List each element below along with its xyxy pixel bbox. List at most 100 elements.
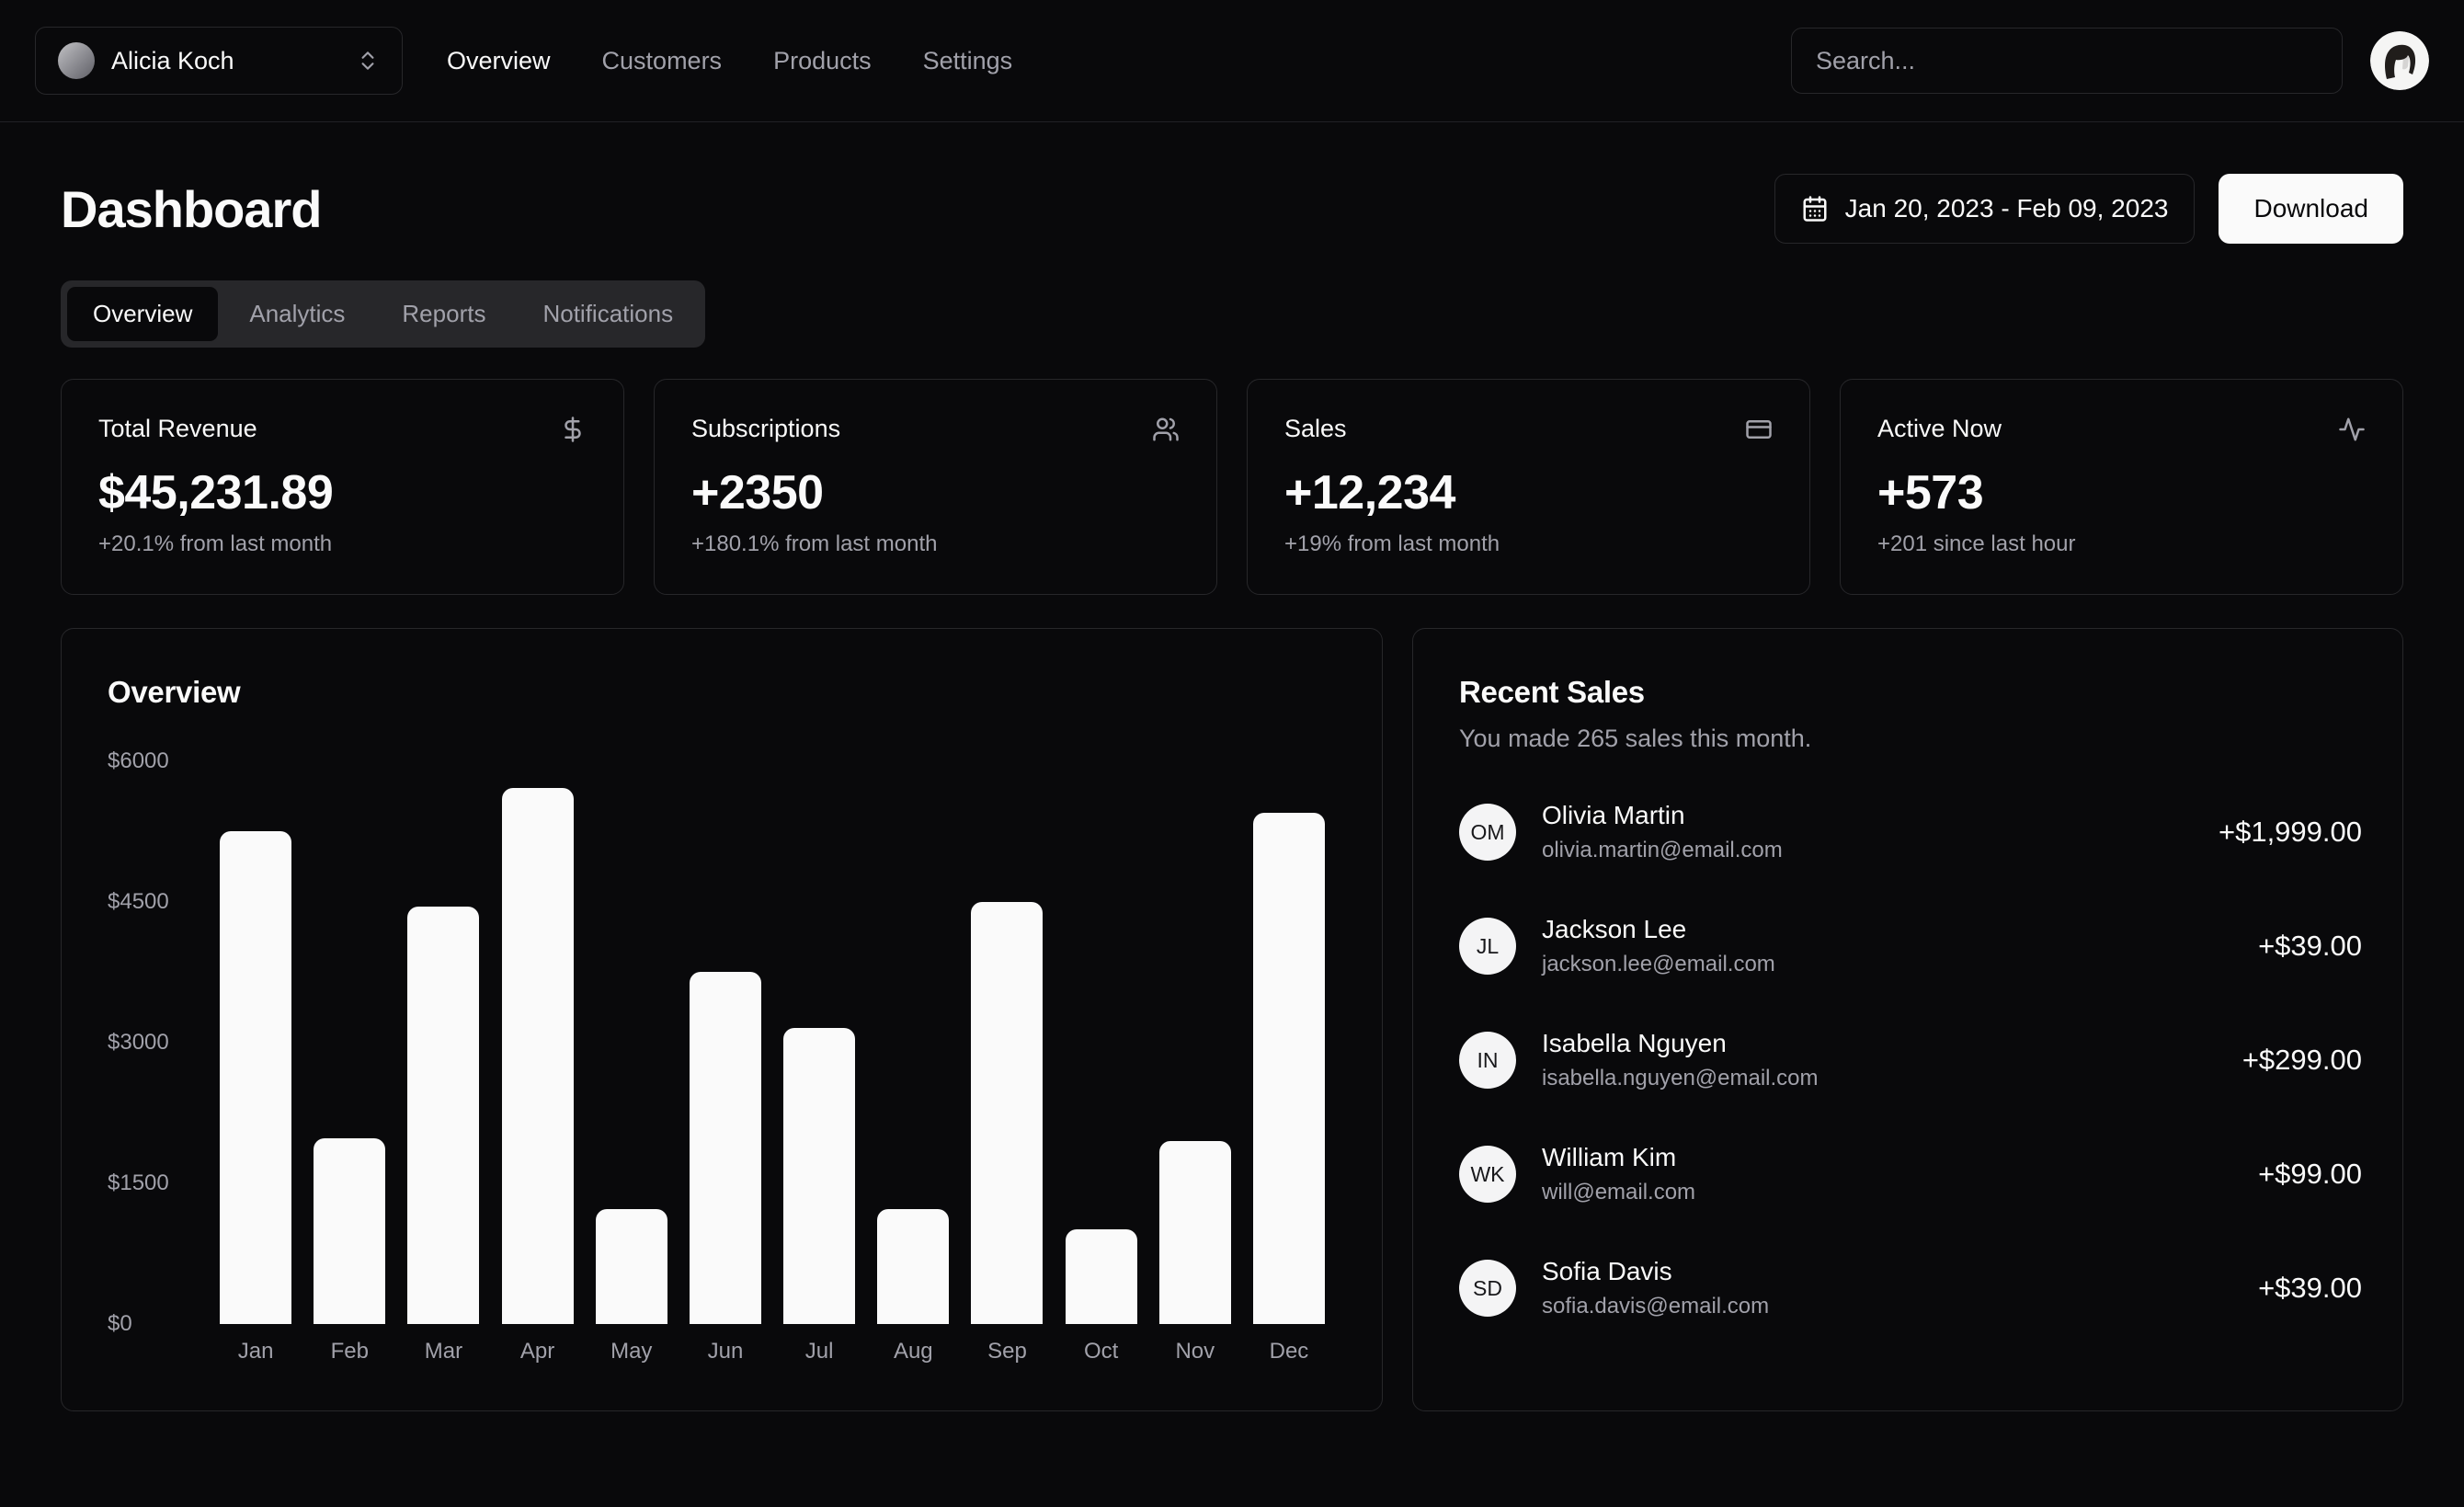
dollar-sign-icon xyxy=(559,416,587,443)
bar-nov[interactable] xyxy=(1158,1141,1231,1324)
bar-aug[interactable] xyxy=(877,1209,950,1324)
x-tick-label: Dec xyxy=(1269,1339,1309,1364)
sale-info: Olivia Martin olivia.martin@email.com xyxy=(1542,801,1783,863)
stat-card-total-revenue: Total Revenue $45,231.89 +20.1% from las… xyxy=(61,379,624,595)
page-title: Dashboard xyxy=(61,179,322,238)
stat-value: +2350 xyxy=(691,466,824,519)
x-tick-label: Aug xyxy=(893,1339,933,1364)
bar-jul[interactable] xyxy=(783,1028,856,1324)
y-tick-label: $1500 xyxy=(108,1170,169,1195)
recent-sales-subtitle: You made 265 sales this month. xyxy=(1459,725,1812,752)
x-tick-label: Jul xyxy=(804,1339,834,1364)
bar-slot xyxy=(866,1209,960,1324)
x-tick-label: Apr xyxy=(519,1339,555,1364)
bar-sep[interactable] xyxy=(971,902,1044,1324)
bar-feb[interactable] xyxy=(314,1138,386,1324)
avatar: IN xyxy=(1459,1032,1516,1089)
y-tick-label: $6000 xyxy=(108,748,169,773)
sale-info: Jackson Lee jackson.lee@email.com xyxy=(1542,915,1775,977)
sale-name: Jackson Lee xyxy=(1542,915,1687,943)
bar-slot xyxy=(679,972,772,1324)
sale-name: Isabella Nguyen xyxy=(1542,1029,1727,1057)
y-tick-label: $3000 xyxy=(108,1030,169,1055)
sale-email: jackson.lee@email.com xyxy=(1542,952,1775,976)
sale-email: isabella.nguyen@email.com xyxy=(1542,1066,1819,1090)
sale-amount: +$99.00 xyxy=(2258,1158,2362,1190)
stat-change: +201 since last hour xyxy=(1877,531,2076,556)
sale-email: sofia.davis@email.com xyxy=(1542,1294,1770,1319)
sale-email: will@email.com xyxy=(1542,1180,1696,1204)
bar-slot xyxy=(1055,1229,1148,1324)
bar-mar[interactable] xyxy=(407,907,480,1324)
nav-link-customers[interactable]: Customers xyxy=(602,47,723,75)
users-icon xyxy=(1152,416,1180,443)
stat-card-sales: Sales +12,234 +19% from last month xyxy=(1247,379,1810,595)
sale-name: Olivia Martin xyxy=(1542,801,1685,829)
top-header: Alicia Koch Overview Customers Products … xyxy=(0,0,2464,122)
sale-row: IN Isabella Nguyen isabella.nguyen@email.c… xyxy=(1459,1029,2362,1091)
bar-slot xyxy=(772,1028,866,1324)
stat-change: +19% from last month xyxy=(1284,531,1500,556)
bar-dec[interactable] xyxy=(1252,813,1325,1324)
sale-info: William Kim will@email.com xyxy=(1542,1143,1695,1205)
nav-link-settings[interactable]: Settings xyxy=(923,47,1013,75)
stat-title: Subscriptions xyxy=(691,415,841,442)
x-tick-label: Jun xyxy=(707,1339,744,1364)
recent-sales-list: OM Olivia Martin olivia.martin@email.com +$… xyxy=(1459,801,2362,1319)
bar-slot xyxy=(1242,813,1336,1324)
bar-may[interactable] xyxy=(595,1209,667,1324)
y-tick-label: $4500 xyxy=(108,889,169,914)
activity-icon xyxy=(2338,416,2366,443)
sale-row: OM Olivia Martin olivia.martin@email.com +$… xyxy=(1459,801,2362,863)
bar-oct[interactable] xyxy=(1065,1229,1137,1324)
team-switcher[interactable]: Alicia Koch xyxy=(35,27,403,95)
bar-slot xyxy=(302,1138,396,1324)
main-nav: Overview Customers Products Settings xyxy=(447,47,1012,75)
page-head: Dashboard Jan 20, 2023 - Feb 09, 2023 Do… xyxy=(61,174,2403,244)
team-name: Alicia Koch xyxy=(111,46,234,74)
x-tick-label: Feb xyxy=(330,1339,369,1364)
x-tick-label: Nov xyxy=(1175,1339,1215,1364)
chart-title: Overview xyxy=(108,675,241,709)
stat-change: +180.1% from last month xyxy=(691,531,938,556)
x-tick-label: Mar xyxy=(424,1339,463,1364)
sale-amount: +$39.00 xyxy=(2258,930,2362,962)
stats-row: Total Revenue $45,231.89 +20.1% from las… xyxy=(61,379,2403,595)
credit-card-icon xyxy=(1745,416,1773,443)
sale-amount: +$39.00 xyxy=(2258,1272,2362,1304)
tab-overview[interactable]: Overview xyxy=(67,287,219,341)
recent-sales-title: Recent Sales xyxy=(1459,675,1645,709)
bar-slot xyxy=(585,1209,679,1324)
date-range-picker[interactable]: Jan 20, 2023 - Feb 09, 2023 xyxy=(1774,174,2196,244)
bar-jan[interactable] xyxy=(220,831,292,1324)
bar-chart-plot xyxy=(209,761,1336,1324)
bar-chart: $6000 $4500 $3000 $1500 $0 Jan Feb Mar Apr May Ju… xyxy=(108,748,1336,1364)
avatar: SD xyxy=(1459,1260,1516,1317)
search-input[interactable] xyxy=(1791,28,2343,94)
download-button[interactable]: Download xyxy=(2219,174,2403,244)
sale-amount: +$299.00 xyxy=(2242,1044,2362,1076)
x-tick-label: Sep xyxy=(987,1339,1027,1364)
stat-title: Total Revenue xyxy=(98,415,257,442)
sale-amount: +$1,999.00 xyxy=(2218,816,2362,848)
sale-info: Isabella Nguyen isabella.nguyen@email.com xyxy=(1542,1029,1819,1091)
tabs-list: Overview Analytics Reports Notifications xyxy=(61,280,706,348)
head-actions: Jan 20, 2023 - Feb 09, 2023 Download xyxy=(1774,174,2403,244)
tab-notifications[interactable]: Notifications xyxy=(517,287,699,341)
bar-jun[interactable] xyxy=(689,972,761,1324)
nav-link-products[interactable]: Products xyxy=(773,47,872,75)
bar-slot xyxy=(960,902,1054,1324)
stat-change: +20.1% from last month xyxy=(98,531,333,556)
bar-slot xyxy=(209,831,302,1324)
overview-chart-card: Overview $6000 $4500 $3000 $1500 $0 Jan Feb Ma… xyxy=(61,628,1383,1411)
stat-value: $45,231.89 xyxy=(98,466,334,519)
sale-row: JL Jackson Lee jackson.lee@email.com +$39.0… xyxy=(1459,915,2362,977)
tab-reports[interactable]: Reports xyxy=(376,287,511,341)
tab-analytics[interactable]: Analytics xyxy=(223,287,371,341)
date-range-label: Jan 20, 2023 - Feb 09, 2023 xyxy=(1844,194,2169,223)
user-avatar[interactable] xyxy=(2370,31,2429,90)
nav-link-overview[interactable]: Overview xyxy=(447,47,551,75)
bar-apr[interactable] xyxy=(501,788,574,1324)
y-tick-label: $0 xyxy=(108,1311,132,1336)
header-right xyxy=(1791,28,2429,94)
